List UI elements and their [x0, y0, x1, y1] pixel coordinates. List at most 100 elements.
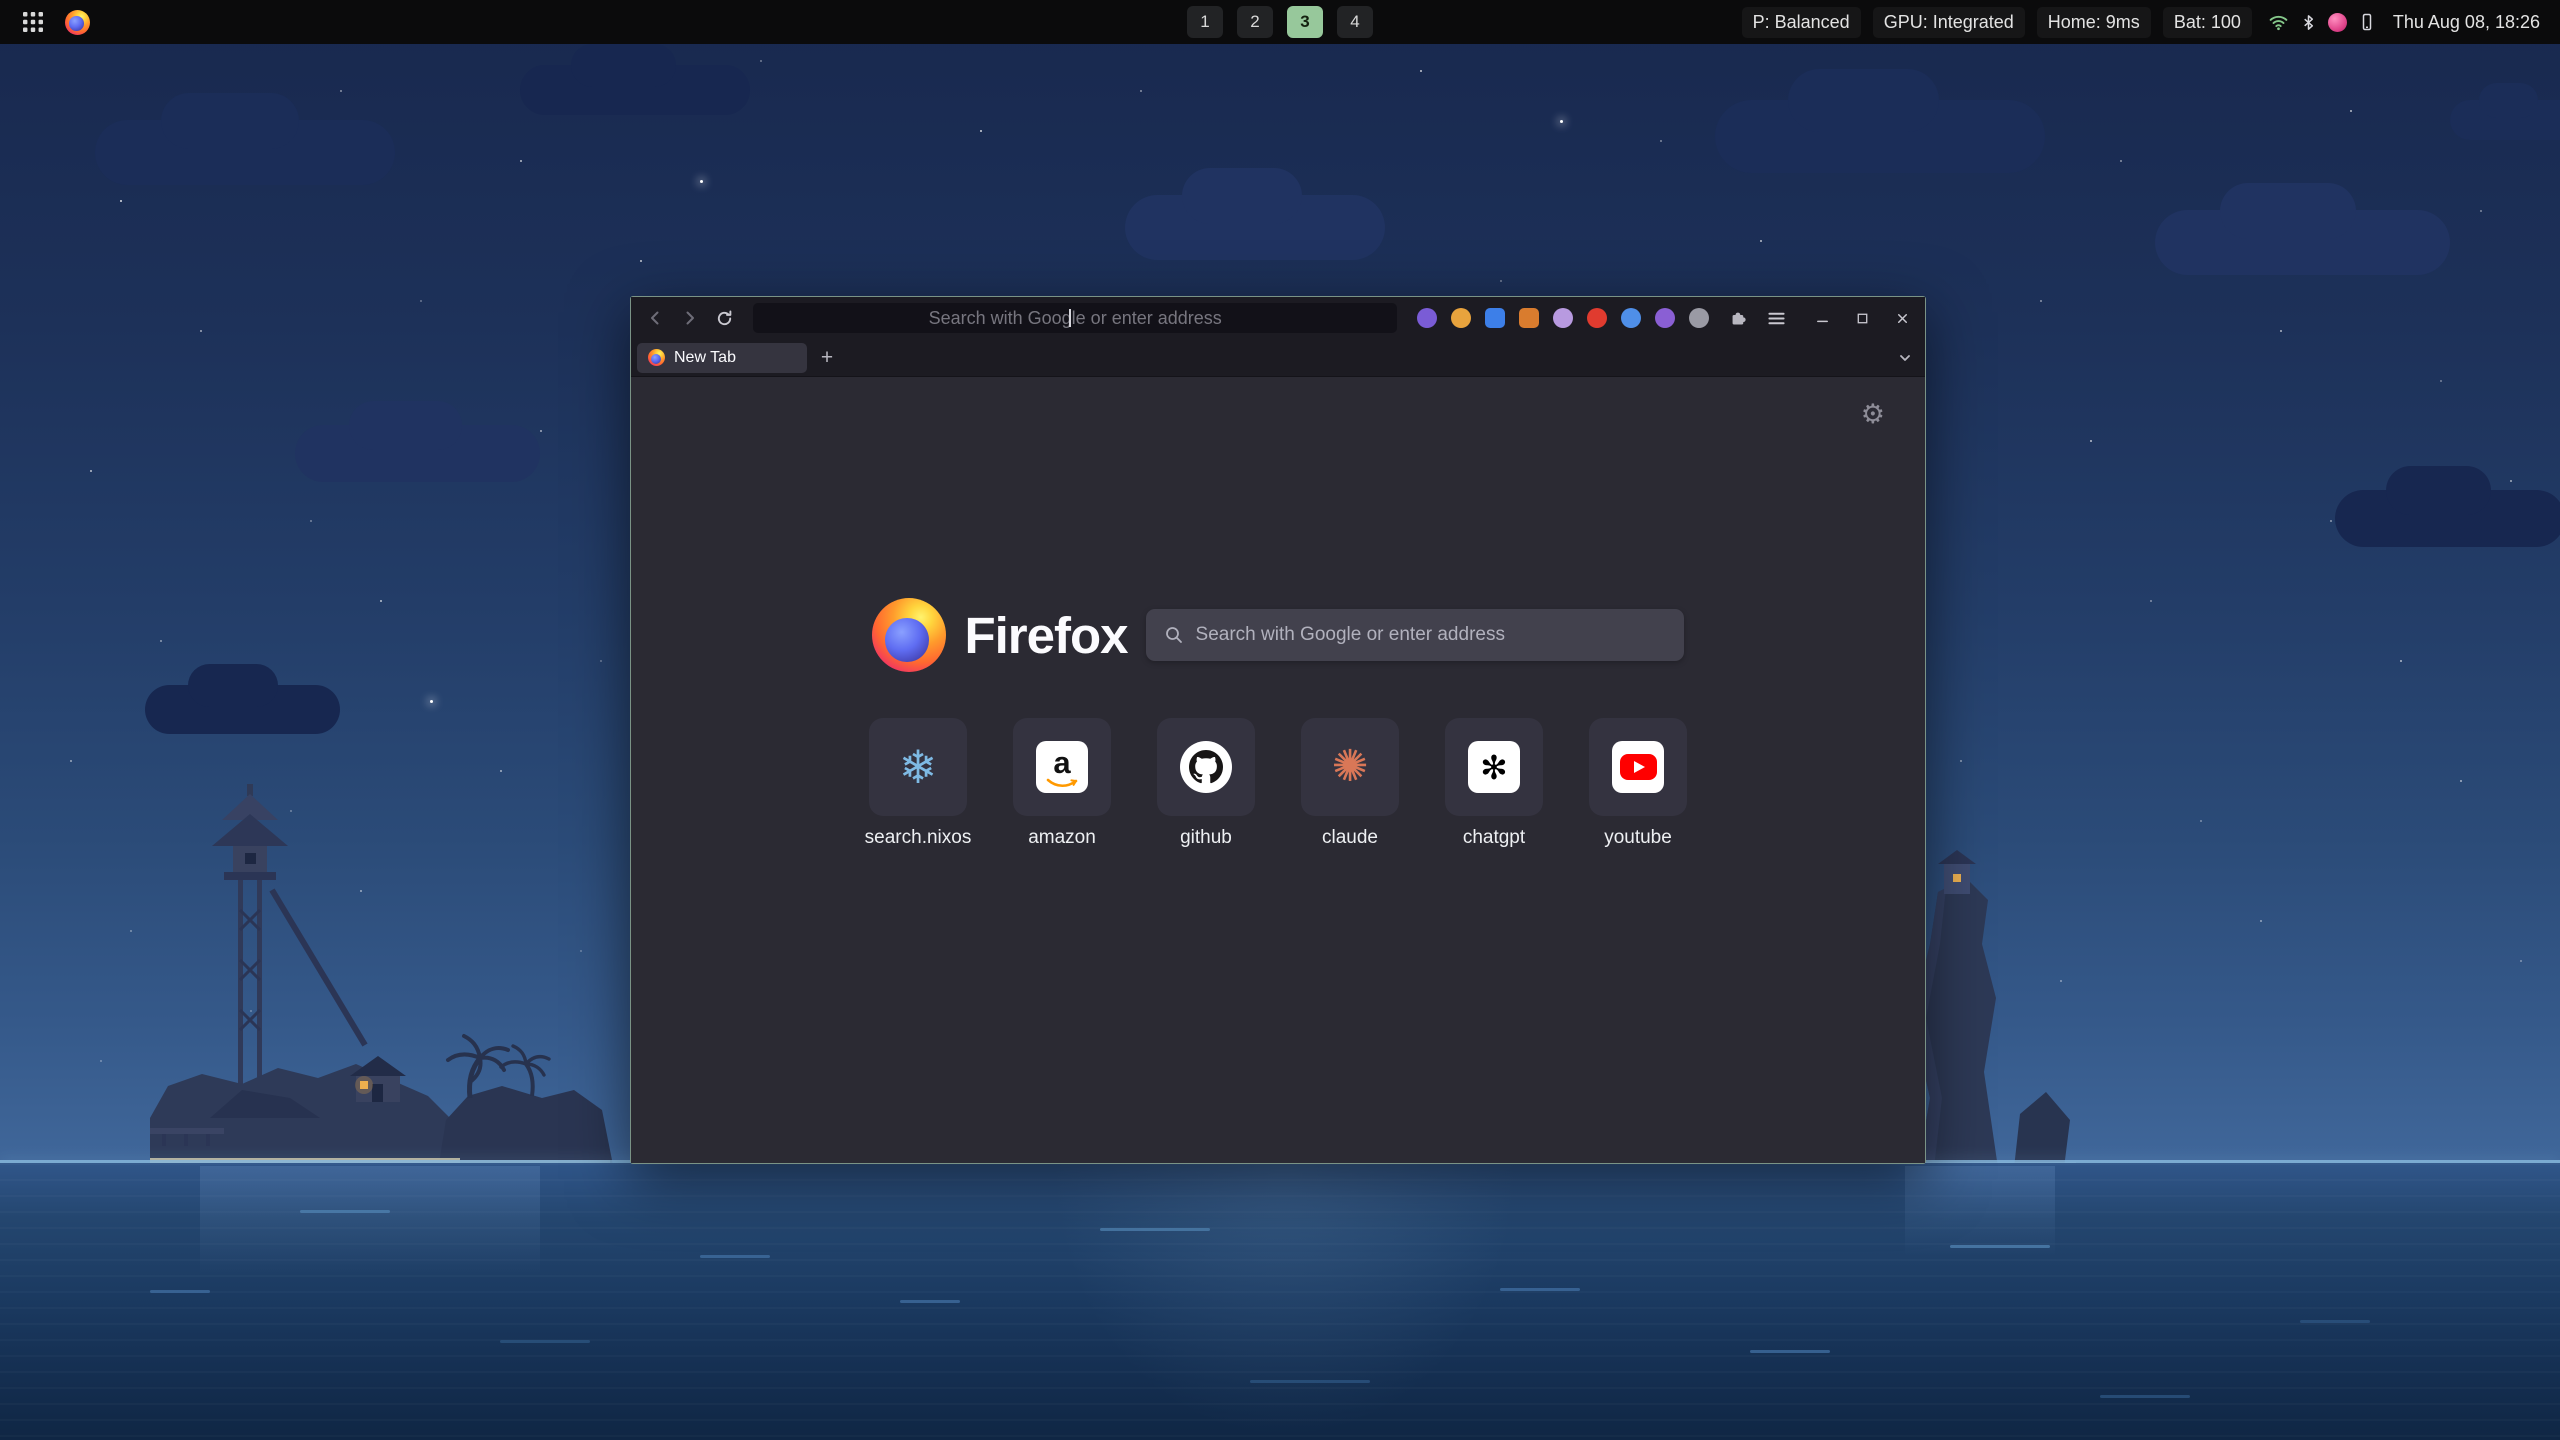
workspace-switcher: 1 2 3 4 [1187, 6, 1373, 38]
island-reflection [200, 1166, 540, 1276]
cloud [1125, 195, 1385, 260]
new-tab-page: ⚙ Firefox Search with Google or enter ad… [631, 377, 1925, 1163]
extensions-puzzle-icon[interactable] [1723, 303, 1753, 333]
display-icon[interactable] [2357, 12, 2377, 32]
workspace-4[interactable]: 4 [1337, 6, 1373, 38]
cloud [1715, 100, 2045, 173]
tab-new-tab[interactable]: New Tab [637, 343, 807, 373]
maximize-button[interactable] [1849, 305, 1875, 331]
list-all-tabs-chevron-icon[interactable] [1891, 344, 1919, 372]
shortcut-claude[interactable]: ✺ claude [1301, 718, 1399, 849]
url-bar[interactable]: Search with Google or enter address [753, 303, 1397, 333]
status-gpu: GPU: Integrated [1873, 7, 2025, 38]
workspace-3-active[interactable]: 3 [1287, 6, 1323, 38]
wave [1500, 1288, 1580, 1291]
cloud [145, 685, 340, 734]
extension-icon-3[interactable] [1485, 308, 1505, 328]
wave [2300, 1320, 2370, 1323]
extension-icon-6[interactable] [1587, 308, 1607, 328]
bluetooth-icon[interactable] [2299, 13, 2318, 32]
firefox-favicon [648, 349, 665, 366]
wave [900, 1300, 960, 1303]
cloud [520, 65, 750, 115]
search-placeholder: Search with Google or enter address [1196, 624, 1505, 646]
close-button[interactable] [1889, 305, 1915, 331]
sparkle-star [430, 700, 433, 703]
cloud [295, 425, 540, 482]
cloud [95, 120, 395, 185]
newtab-search-input[interactable]: Search with Google or enter address [1146, 609, 1684, 661]
status-battery: Bat: 100 [2163, 7, 2252, 38]
extension-icon-1[interactable] [1417, 308, 1437, 328]
hamburger-menu-icon[interactable] [1761, 303, 1791, 333]
forward-button[interactable] [676, 303, 705, 333]
shortcut-amazon[interactable]: a amazon [1013, 718, 1111, 849]
url-bar-placeholder: Search with Google or enter address [929, 308, 1222, 329]
system-tray [2268, 12, 2377, 33]
amazon-logo-icon: a [1036, 741, 1088, 793]
status-power-profile: P: Balanced [1742, 7, 1861, 38]
github-octocat-icon [1180, 741, 1232, 793]
nixos-snowflake-icon: ❄ [899, 744, 938, 790]
minimize-button[interactable] [1809, 305, 1835, 331]
clock[interactable]: Thu Aug 08, 18:26 [2393, 12, 2544, 33]
wave [700, 1255, 770, 1258]
firefox-logo [872, 598, 946, 672]
claude-starburst-icon: ✺ [1332, 745, 1369, 789]
extension-icon-4[interactable] [1519, 308, 1539, 328]
wave [1950, 1245, 2050, 1248]
openai-logo-icon: ✻ [1468, 741, 1520, 793]
wifi-icon[interactable] [2268, 12, 2289, 33]
youtube-play-icon [1612, 741, 1664, 793]
search-icon [1164, 625, 1184, 645]
shortcut-tiles: ❄ search.nixos a amazon [631, 718, 1925, 849]
personalize-gear-icon[interactable]: ⚙ [1861, 401, 1885, 428]
status-area: P: Balanced GPU: Integrated Home: 9ms Ba… [1742, 7, 2544, 38]
newtab-hero: Firefox Search with Google or enter addr… [631, 587, 1925, 683]
cloud [2155, 210, 2450, 275]
sparkle-star [1560, 120, 1563, 123]
extension-icon-5[interactable] [1553, 308, 1573, 328]
app-launcher-grid-icon[interactable] [16, 5, 50, 39]
firefox-wordmark: Firefox [964, 606, 1127, 665]
tab-bar: New Tab + [631, 339, 1925, 377]
status-ping: Home: 9ms [2037, 7, 2151, 38]
wave [150, 1290, 210, 1293]
cloud [2335, 490, 2560, 547]
wave [1250, 1380, 1370, 1383]
toolbar-menu-group [1723, 303, 1791, 333]
tab-title: New Tab [674, 349, 736, 367]
window-controls [1809, 305, 1915, 331]
top-status-bar: 1 2 3 4 P: Balanced GPU: Integrated Home… [0, 0, 2560, 44]
wave [2100, 1395, 2190, 1398]
workspace-1[interactable]: 1 [1187, 6, 1223, 38]
shortcut-youtube[interactable]: youtube [1589, 718, 1687, 849]
cliff-reflection [1905, 1166, 2055, 1256]
firefox-taskbar-icon[interactable] [60, 5, 94, 39]
cliff-rock [1900, 848, 2080, 1168]
wave [1750, 1350, 1830, 1353]
cloud [2450, 100, 2560, 140]
sparkle-star [700, 180, 703, 183]
text-caret [1069, 309, 1071, 327]
extension-icons [1417, 308, 1709, 328]
extension-icon-9[interactable] [1689, 308, 1709, 328]
new-tab-button[interactable]: + [813, 344, 841, 372]
reload-button[interactable] [711, 303, 740, 333]
shortcut-github[interactable]: github [1157, 718, 1255, 849]
firefox-window: Search with Google or enter address [630, 296, 1926, 1164]
wave [300, 1210, 390, 1213]
extension-icon-8[interactable] [1655, 308, 1675, 328]
extension-icon-7[interactable] [1621, 308, 1641, 328]
media-indicator-icon[interactable] [2328, 13, 2347, 32]
wave [500, 1340, 590, 1343]
workspace-2[interactable]: 2 [1237, 6, 1273, 38]
shortcut-chatgpt[interactable]: ✻ chatgpt [1445, 718, 1543, 849]
sea-glow [1050, 1163, 1520, 1440]
island-watchtower [150, 780, 630, 1170]
extension-icon-2[interactable] [1451, 308, 1471, 328]
navigation-toolbar: Search with Google or enter address [631, 297, 1925, 339]
wave [1100, 1228, 1210, 1231]
shortcut-search-nixos[interactable]: ❄ search.nixos [869, 718, 967, 849]
back-button[interactable] [641, 303, 670, 333]
